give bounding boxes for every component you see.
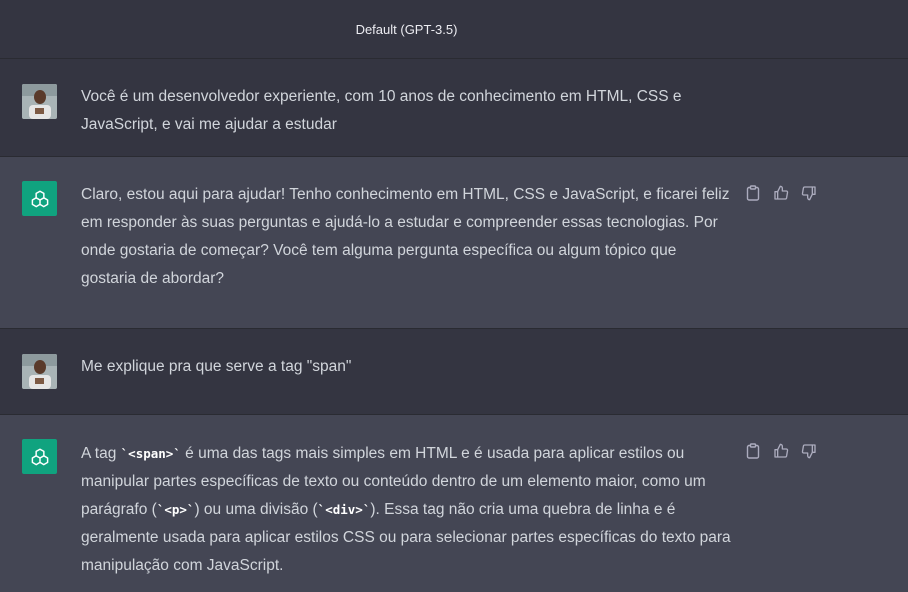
- inline-code: `<div>`: [317, 502, 371, 517]
- text-segment: ) ou uma divisão (: [194, 501, 318, 518]
- message-text: A tag `<span>` é uma das tags mais simpl…: [81, 440, 731, 580]
- openai-logo-icon: [22, 181, 57, 216]
- message-assistant: A tag `<span>` é uma das tags mais simpl…: [0, 415, 908, 592]
- message-text: Você é um desenvolvedor experiente, com …: [81, 88, 682, 133]
- clipboard-icon[interactable]: [744, 184, 762, 202]
- inline-code: `<p>`: [156, 502, 195, 517]
- message-assistant: Claro, estou aqui para ajudar! Tenho con…: [0, 157, 908, 329]
- model-label: Default (GPT-3.5): [355, 21, 458, 37]
- thumbs-down-icon[interactable]: [800, 442, 818, 460]
- message-actions: [744, 184, 818, 202]
- thumbs-down-icon[interactable]: [800, 184, 818, 202]
- clipboard-icon[interactable]: [744, 442, 762, 460]
- user-avatar: [22, 354, 57, 389]
- thumbs-up-icon[interactable]: [772, 442, 790, 460]
- message-user: Me explique pra que serve a tag "span": [0, 329, 908, 415]
- user-avatar: [22, 84, 57, 119]
- message-text: Claro, estou aqui para ajudar! Tenho con…: [81, 186, 730, 287]
- thumbs-up-icon[interactable]: [772, 184, 790, 202]
- openai-logo-icon: [22, 439, 57, 474]
- message-text: Me explique pra que serve a tag "span": [81, 358, 352, 375]
- message-user: Você é um desenvolvedor experiente, com …: [0, 59, 908, 157]
- inline-code: `<span>`: [120, 446, 181, 461]
- chat-header: Default (GPT-3.5): [0, 0, 908, 59]
- text-segment: A tag: [81, 445, 121, 462]
- message-actions: [744, 442, 818, 460]
